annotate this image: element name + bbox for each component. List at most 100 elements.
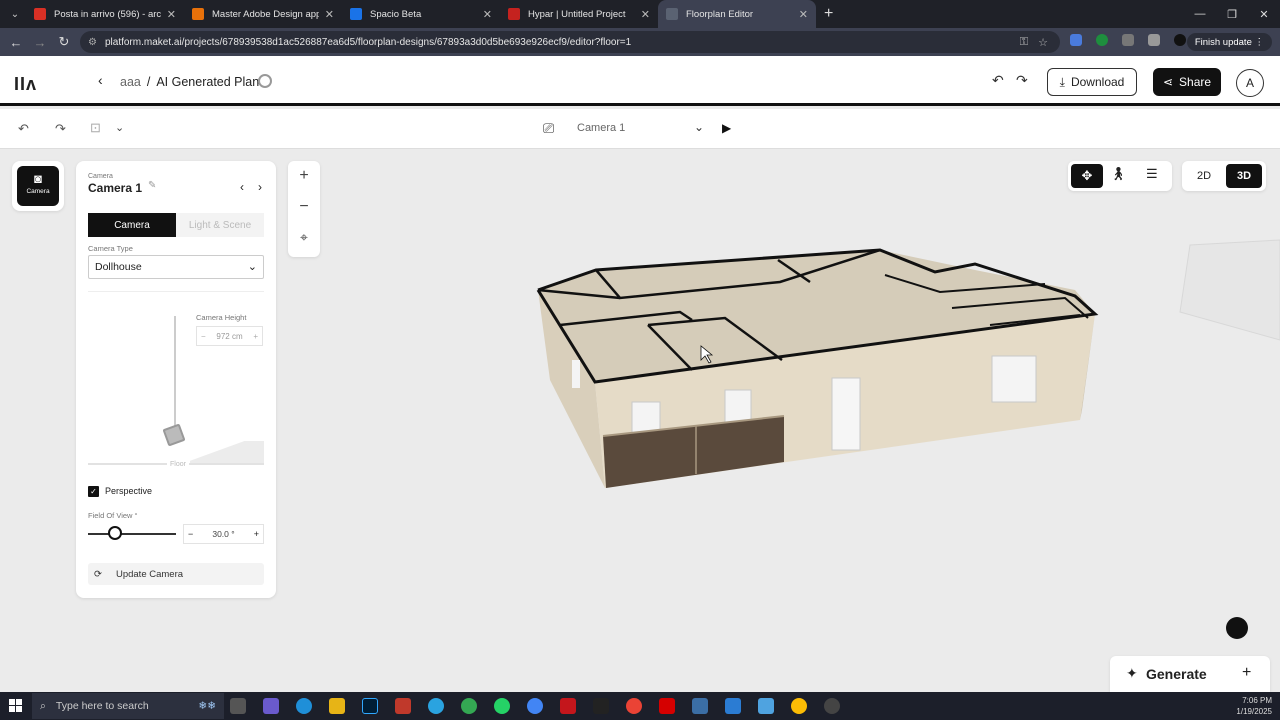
breadcrumb-project[interactable]: aaa [120, 75, 141, 89]
system-clock[interactable]: 7:06 PM 1/19/2025 [1236, 695, 1272, 717]
close-tab-icon[interactable]: ✕ [167, 8, 176, 21]
autocad-icon[interactable] [560, 698, 576, 714]
generate-panel-button[interactable]: ✦ Generate + [1110, 656, 1270, 692]
download-button[interactable]: ⤓ Download [1047, 68, 1137, 96]
reload-icon[interactable]: ↻ [52, 34, 76, 50]
copilot-icon[interactable] [263, 698, 279, 714]
browser-tab[interactable]: Spacio Beta ✕ [342, 0, 500, 28]
whatsapp-icon[interactable] [494, 698, 510, 714]
camera-add-icon[interactable]: ⎚ [543, 120, 554, 137]
minus-icon[interactable]: − [201, 332, 206, 341]
taskbar-search[interactable]: ⌕ Type here to search ❄❄ [32, 693, 224, 719]
app-icon[interactable] [725, 698, 741, 714]
camera-height-stepper[interactable]: − 972 cm + [196, 326, 263, 346]
app-icon[interactable] [593, 698, 609, 714]
share-icon: ⋖ [1162, 75, 1174, 89]
redo-icon[interactable]: ↷ [1016, 72, 1028, 89]
play-icon[interactable]: ▶ [722, 121, 731, 135]
maket-logo[interactable]: IIᴧ [14, 74, 37, 95]
browser-tab-active[interactable]: Floorplan Editor ✕ [658, 0, 816, 28]
view-3d-button[interactable]: 3D [1226, 164, 1262, 188]
chevron-down-icon[interactable]: ⌄ [115, 121, 124, 134]
camera-tool-button[interactable]: ◙ Camera [12, 161, 64, 211]
browser-tab[interactable]: Master Adobe Design apps with ✕ [184, 0, 342, 28]
back-chevron-icon[interactable]: ‹ [98, 72, 103, 88]
tab-camera[interactable]: Camera [88, 213, 176, 237]
chrome-icon[interactable] [461, 698, 477, 714]
share-label: Share [1179, 75, 1212, 89]
fov-stepper[interactable]: − 30.0 ° + [183, 524, 264, 544]
zoom-in-icon[interactable]: + [288, 167, 320, 185]
green-extension-icon[interactable] [1096, 34, 1108, 46]
app-icon[interactable] [758, 698, 774, 714]
camera-height-track[interactable] [174, 316, 176, 436]
browser-tab[interactable]: Posta in arrivo (596) - architectu ✕ [26, 0, 184, 28]
app-icon[interactable] [824, 698, 840, 714]
puzzle-extensions-icon[interactable] [1122, 34, 1134, 46]
camera-position-handle[interactable] [162, 423, 186, 447]
finish-update-button[interactable]: Finish update ⋮ [1186, 33, 1272, 51]
url-field[interactable]: ⚙ platform.maket.ai/projects/678939538d1… [80, 31, 1060, 53]
chrome-icon[interactable] [626, 698, 642, 714]
save-view-icon[interactable]: ⊡ [90, 120, 101, 136]
close-tab-icon[interactable]: ✕ [799, 8, 808, 21]
share-button[interactable]: ⋖ Share [1153, 68, 1221, 96]
tab-search-icon[interactable]: ⌄ [4, 4, 26, 24]
recenter-icon[interactable]: ⌖ [288, 229, 320, 246]
app-icon[interactable] [395, 698, 411, 714]
task-view-icon[interactable] [230, 698, 246, 714]
fov-slider-handle[interactable] [108, 526, 122, 540]
orbit-mode-icon[interactable]: ✥ [1071, 164, 1103, 188]
plus-icon[interactable]: + [1242, 664, 1251, 682]
camera-selector[interactable]: Camera 1 [577, 122, 625, 134]
minimize-icon[interactable]: — [1184, 0, 1216, 28]
chrome-icon[interactable] [791, 698, 807, 714]
walk-mode-icon[interactable]: 🚶︎ [1110, 166, 1127, 182]
fov-slider-track[interactable] [88, 533, 176, 535]
perspective-checkbox[interactable]: ✓ [88, 486, 99, 497]
view-2d-button[interactable]: 2D [1186, 164, 1222, 188]
telegram-icon[interactable] [428, 698, 444, 714]
floorplan-3d-view[interactable] [520, 230, 1280, 500]
minus-icon[interactable]: − [188, 529, 193, 539]
back-icon[interactable]: ← [4, 35, 28, 50]
close-window-icon[interactable]: ✕ [1248, 0, 1280, 28]
chrome-icon[interactable] [527, 698, 543, 714]
plus-icon[interactable]: + [254, 529, 259, 539]
camera-dropdown-chevron-icon[interactable]: ⌄ [694, 120, 704, 134]
gmail-favicon-icon [34, 8, 46, 20]
close-tab-icon[interactable]: ✕ [641, 8, 650, 21]
camera-type-select[interactable]: Dollhouse ⌄ [88, 255, 264, 279]
translate-extension-icon[interactable] [1070, 34, 1082, 46]
site-info-icon[interactable]: ⚙ [88, 37, 97, 48]
view-settings-icon[interactable]: ☰ [1146, 166, 1158, 182]
password-key-icon[interactable]: ⚿ [1020, 36, 1028, 49]
tab-light-scene[interactable]: Light & Scene [176, 213, 264, 237]
close-tab-icon[interactable]: ✕ [483, 8, 492, 21]
toolbar-undo-icon[interactable]: ↶ [18, 121, 29, 137]
downloads-icon[interactable] [1148, 34, 1160, 46]
forward-icon[interactable]: → [28, 35, 52, 50]
new-tab-icon[interactable]: + [824, 5, 833, 23]
edge-icon[interactable] [296, 698, 312, 714]
windows-start-icon[interactable] [9, 699, 22, 712]
zoom-out-icon[interactable]: − [288, 198, 320, 216]
next-camera-icon[interactable]: › [258, 180, 262, 194]
toolbar-redo-icon[interactable]: ↷ [55, 121, 66, 137]
calculator-icon[interactable] [692, 698, 708, 714]
update-camera-button[interactable]: ⟳ Update Camera [88, 563, 264, 585]
browser-tab[interactable]: Hypar | Untitled Project ✕ [500, 0, 658, 28]
avatar[interactable]: A [1236, 69, 1264, 97]
restore-icon[interactable]: ❐ [1216, 0, 1248, 28]
profile-icon[interactable] [1174, 34, 1186, 46]
plus-icon[interactable]: + [253, 332, 258, 341]
close-tab-icon[interactable]: ✕ [325, 8, 334, 21]
file-explorer-icon[interactable] [329, 698, 345, 714]
acrobat-icon[interactable] [659, 698, 675, 714]
edit-pencil-icon[interactable]: ✎ [148, 180, 156, 191]
help-chat-button[interactable] [1226, 617, 1248, 639]
bookmark-star-icon[interactable]: ☆ [1038, 36, 1048, 49]
photoshop-icon[interactable] [362, 698, 378, 714]
previous-camera-icon[interactable]: ‹ [240, 180, 244, 194]
undo-icon[interactable]: ↶ [992, 72, 1004, 89]
